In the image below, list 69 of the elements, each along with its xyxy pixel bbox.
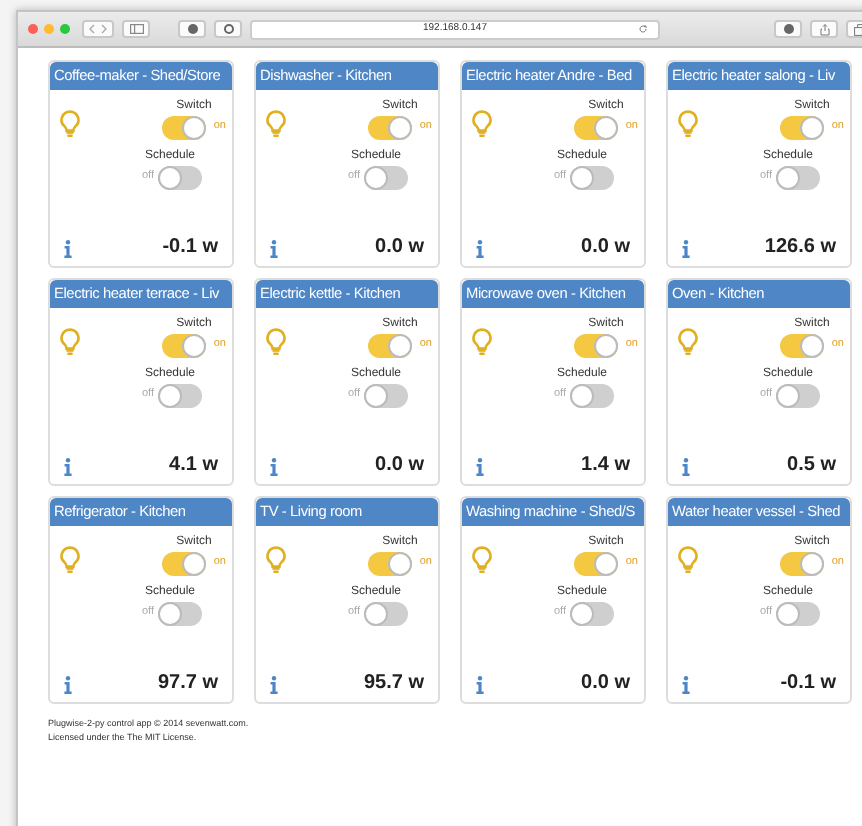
lightbulb-icon — [60, 328, 80, 356]
toggle-switch[interactable] — [570, 384, 614, 408]
toggle-switch[interactable] — [162, 334, 206, 358]
info-icon[interactable] — [270, 457, 278, 475]
info-icon[interactable] — [682, 457, 690, 475]
lightbulb-icon — [266, 328, 286, 356]
extension-button[interactable] — [214, 20, 242, 38]
power-reading: 0.0 w — [581, 674, 630, 694]
lightbulb-icon — [472, 328, 492, 356]
share-icon — [819, 23, 829, 35]
info-icon[interactable] — [270, 239, 278, 257]
power-reading: 4.1 w — [169, 456, 218, 476]
lightbulb-icon — [266, 546, 286, 574]
toggle-switch[interactable] — [158, 166, 202, 190]
lightbulb-icon — [678, 328, 698, 356]
power-reading: 0.0 w — [375, 238, 424, 258]
toggle-switch[interactable] — [776, 384, 820, 408]
lightbulb-icon — [266, 110, 286, 138]
lightbulb-icon — [60, 546, 80, 574]
chevron-icon — [88, 24, 108, 34]
info-icon[interactable] — [64, 457, 72, 475]
toggle-switch[interactable] — [364, 602, 408, 626]
toggle-switch[interactable] — [368, 116, 412, 140]
toggle-switch[interactable] — [780, 334, 824, 358]
power-reading: 0.5 w — [787, 456, 836, 476]
power-reading: 126.6 w — [764, 238, 836, 258]
info-icon[interactable] — [476, 675, 484, 693]
toggle-switch[interactable] — [574, 334, 618, 358]
info-icon[interactable] — [476, 457, 484, 475]
toggle-switch[interactable] — [570, 166, 614, 190]
power-reading: 97.7 w — [157, 674, 218, 694]
power-reading: 0.0 w — [375, 456, 424, 476]
toggle-switch[interactable] — [776, 602, 820, 626]
info-icon[interactable] — [476, 239, 484, 257]
power-reading: 1.4 w — [581, 456, 630, 476]
toggle-switch[interactable] — [780, 552, 824, 576]
toggle-switch[interactable] — [162, 552, 206, 576]
toggle-switch[interactable] — [368, 552, 412, 576]
toggle-switch[interactable] — [574, 116, 618, 140]
toggle-switch[interactable] — [574, 552, 618, 576]
toggle-switch[interactable] — [570, 602, 614, 626]
toggle-switch[interactable] — [158, 384, 202, 408]
power-reading: 95.7 w — [363, 674, 424, 694]
toggle-switch[interactable] — [158, 602, 202, 626]
back-forward-button[interactable] — [82, 20, 114, 38]
toggle-switch[interactable] — [162, 116, 206, 140]
power-reading: -0.1 w — [780, 674, 836, 694]
lightbulb-icon — [472, 546, 492, 574]
lightbulb-icon — [472, 110, 492, 138]
lightbulb-icon — [60, 110, 80, 138]
extension-button[interactable] — [178, 20, 206, 38]
toggle-switch[interactable] — [364, 166, 408, 190]
toggle-switch[interactable] — [780, 116, 824, 140]
info-icon[interactable] — [270, 675, 278, 693]
info-icon[interactable] — [64, 675, 72, 693]
info-icon[interactable] — [682, 675, 690, 693]
lightbulb-icon — [678, 110, 698, 138]
toggle-switch[interactable] — [776, 166, 820, 190]
power-reading: 0.0 w — [581, 238, 630, 258]
toggle-switch[interactable] — [364, 384, 408, 408]
sidebar-button[interactable] — [122, 20, 150, 38]
toggle-switch[interactable] — [368, 334, 412, 358]
info-icon[interactable] — [682, 239, 690, 257]
sidebar-icon — [129, 24, 143, 34]
download-button[interactable] — [774, 20, 802, 38]
reload-icon — [638, 24, 648, 34]
info-icon[interactable] — [64, 239, 72, 257]
power-reading: -0.1 w — [162, 238, 218, 258]
lightbulb-icon — [678, 546, 698, 574]
